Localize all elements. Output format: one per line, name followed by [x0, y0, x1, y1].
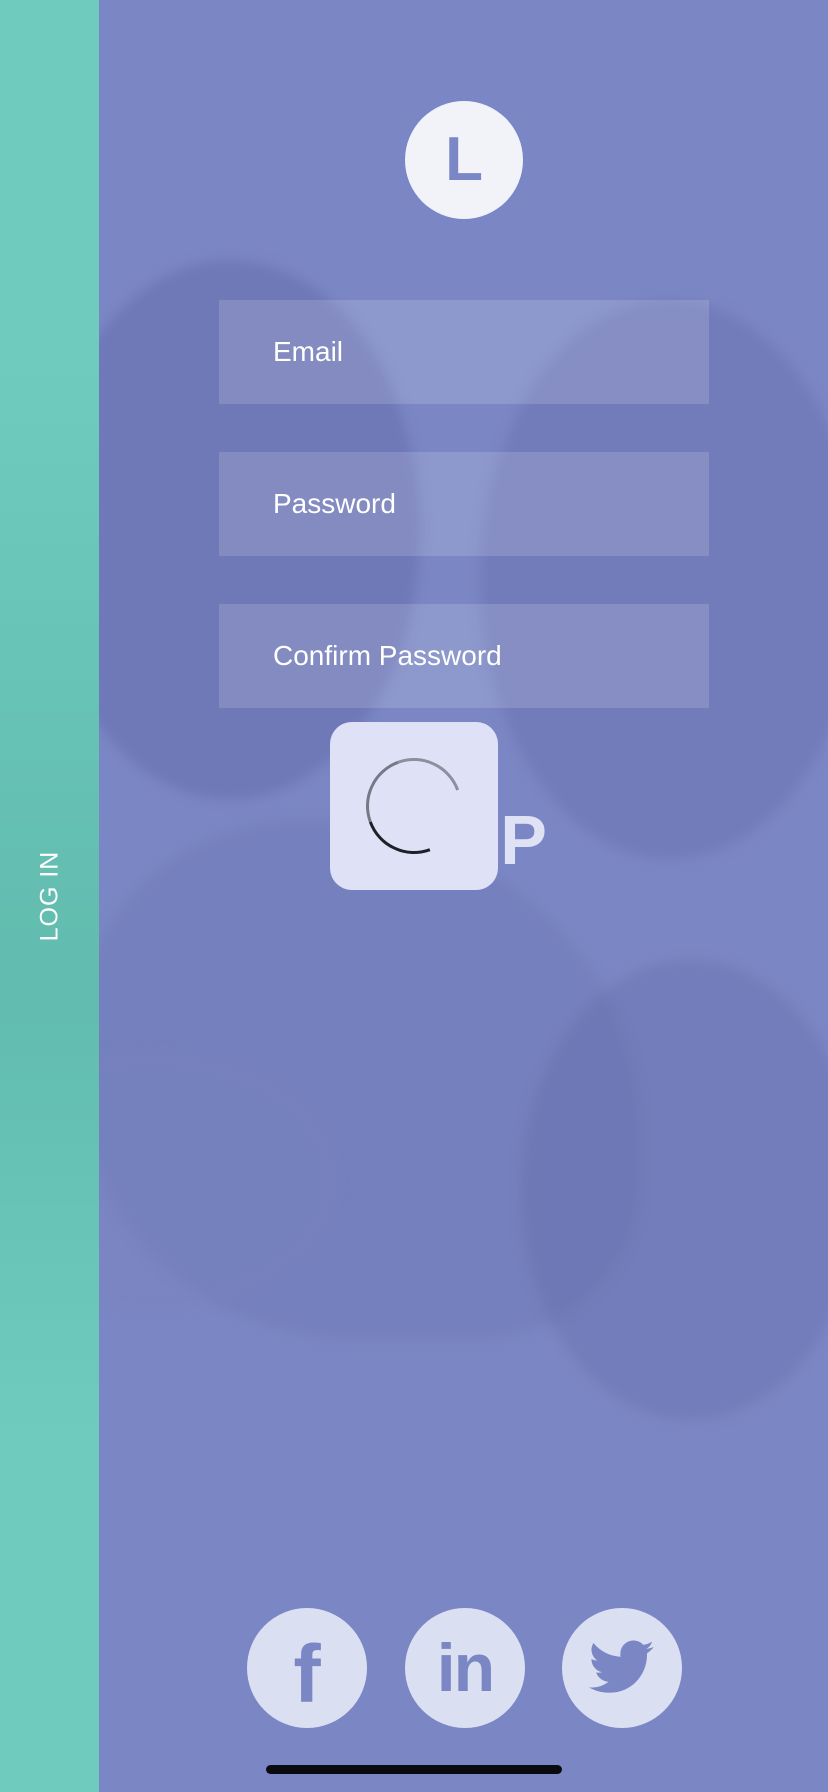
email-field[interactable]	[219, 300, 709, 404]
logo-letter: L	[445, 125, 483, 194]
confirm-password-field[interactable]	[219, 604, 709, 708]
home-indicator	[266, 1765, 562, 1774]
twitter-icon	[589, 1640, 654, 1693]
spinner-icon	[350, 742, 478, 870]
background-photo	[0, 0, 828, 1792]
login-sidebar-tab[interactable]: LOG IN	[0, 0, 99, 1792]
app-logo: L	[405, 101, 523, 219]
linkedin-icon: in	[436, 1630, 495, 1706]
facebook-icon: f	[293, 1629, 321, 1720]
password-input[interactable]	[271, 487, 709, 521]
twitter-button[interactable]	[562, 1608, 682, 1728]
email-input[interactable]	[271, 335, 709, 369]
password-field[interactable]	[219, 452, 709, 556]
facebook-button[interactable]: f	[247, 1608, 367, 1728]
loading-overlay	[330, 722, 498, 890]
login-tab-label: LOG IN	[35, 850, 64, 942]
confirm-password-input[interactable]	[271, 639, 709, 673]
linkedin-button[interactable]: in	[405, 1608, 525, 1728]
